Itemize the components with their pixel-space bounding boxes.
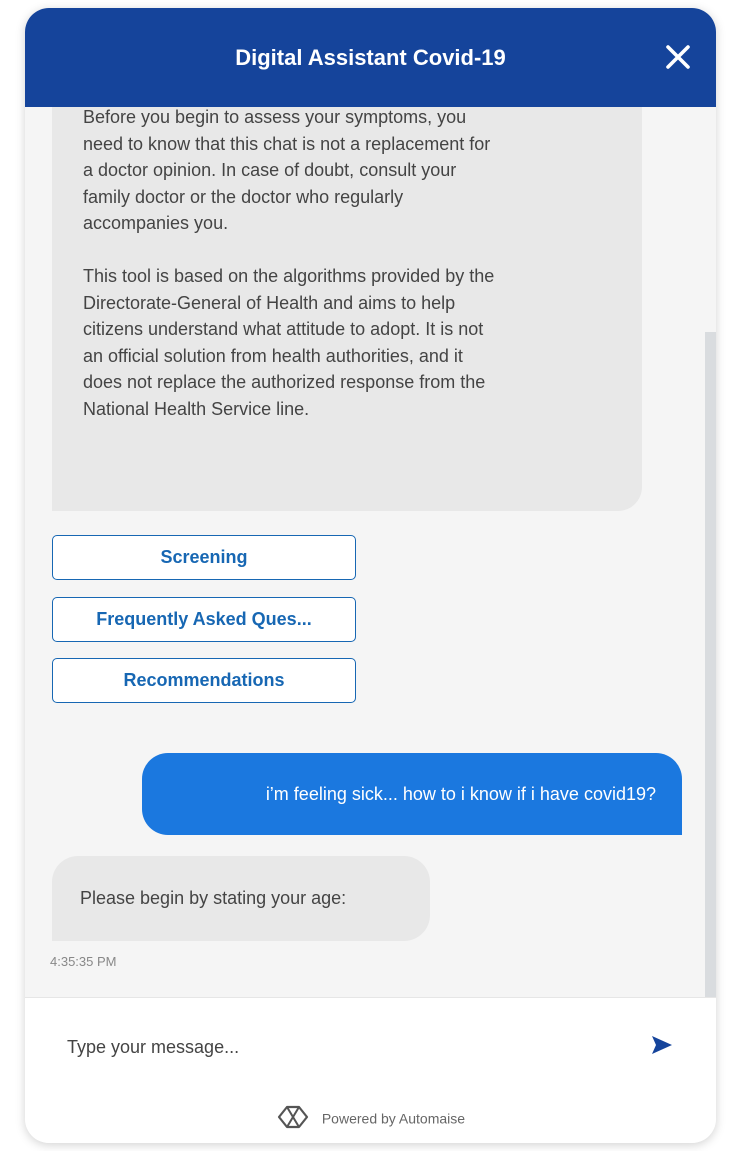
close-icon[interactable] — [664, 43, 692, 71]
scrollbar[interactable] — [705, 332, 716, 997]
screening-button[interactable]: Screening — [52, 535, 356, 580]
bot-message-bubble: Please begin by stating your age: — [52, 856, 430, 941]
intro-message-bubble: Before you begin to assess your symptoms… — [52, 107, 642, 511]
chat-footer: Powered by Automaise — [25, 997, 716, 1143]
user-message-bubble: i’m feeling sick... how to i know if i h… — [142, 753, 682, 835]
send-icon[interactable] — [650, 1033, 674, 1057]
header-title: Digital Assistant Covid-19 — [235, 45, 506, 70]
intro-paragraph-1: Before you begin to assess your symptoms… — [83, 107, 491, 233]
powered-by-link[interactable]: Powered by Automaise — [322, 1111, 465, 1127]
powered-by: Powered by Automaise — [25, 1105, 716, 1132]
faq-button[interactable]: Frequently Asked Ques... — [52, 597, 356, 642]
automaise-logo-icon — [276, 1105, 310, 1132]
message-input[interactable] — [65, 1028, 629, 1066]
message-timestamp: 4:35:35 PM — [50, 954, 117, 969]
chat-header: Digital Assistant Covid-19 — [25, 8, 716, 107]
recommendations-button[interactable]: Recommendations — [52, 658, 356, 703]
chat-widget: Digital Assistant Covid-19 Before you be… — [25, 8, 716, 1143]
intro-paragraph-2: This tool is based on the algorithms pro… — [83, 266, 495, 419]
message-list[interactable]: Before you begin to assess your symptoms… — [25, 107, 716, 997]
